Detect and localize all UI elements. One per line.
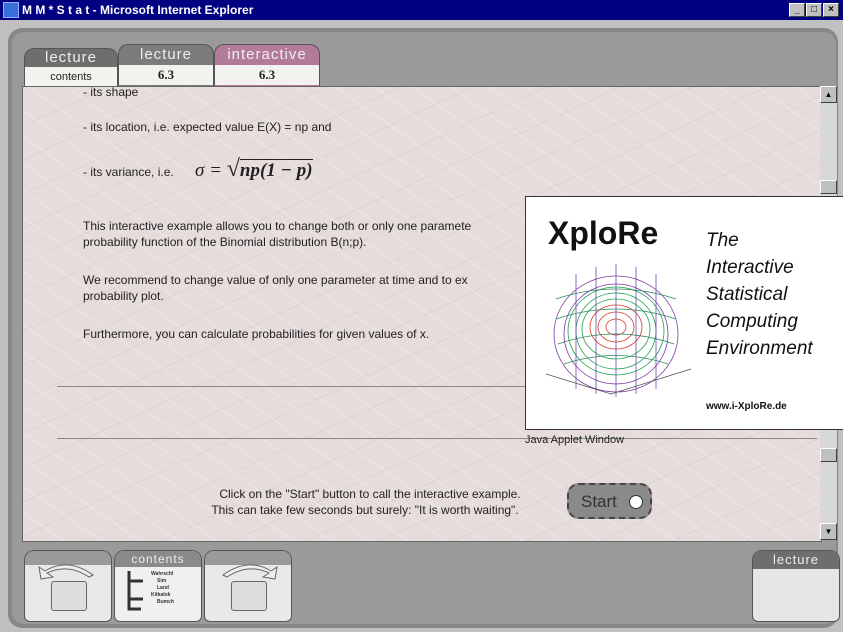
text-line: We recommend to change value of only one… xyxy=(83,273,468,287)
arrow-right-icon xyxy=(222,564,278,580)
tab-lecture-6-3[interactable]: lecture 6.3 xyxy=(118,44,214,87)
arrow-left-icon xyxy=(38,564,94,580)
formula-radicand: np(1 − p) xyxy=(239,159,313,181)
tab-bottom-label: 6.3 xyxy=(119,65,213,85)
back-book-button[interactable] xyxy=(24,550,112,622)
divider xyxy=(57,386,527,387)
text-line: probability function of the Binomial dis… xyxy=(83,235,367,249)
tab-top-label: lecture xyxy=(139,46,193,63)
text-line: - its shape xyxy=(83,86,139,99)
window-title-bar: M M * S t a t - Microsoft Internet Explo… xyxy=(0,0,843,20)
forward-book-button[interactable] xyxy=(204,550,292,622)
instruction-line: Click on the "Start" button to call the … xyxy=(219,487,521,501)
scroll-thumb[interactable] xyxy=(820,180,837,194)
tree-item: Land xyxy=(157,585,169,591)
variance-formula: σ = √np(1 − p) xyxy=(195,154,313,186)
browser-icon xyxy=(3,2,19,18)
scroll-thumb[interactable] xyxy=(820,448,837,462)
xplore-tagline: The Interactive Statistical Computing En… xyxy=(706,227,813,362)
instruction-line: This can take few seconds but surely: "I… xyxy=(211,503,519,517)
tree-item: Kitkalok xyxy=(151,592,171,598)
tab-bottom-label: 6.3 xyxy=(215,65,319,85)
contents-label: contents xyxy=(115,551,201,567)
text-line: - its location, i.e. expected value E(X)… xyxy=(83,120,332,134)
book-icon xyxy=(51,581,87,611)
xplore-applet-window[interactable]: XploRe The Interactive Statistical Compu… xyxy=(525,196,843,430)
close-button[interactable]: × xyxy=(823,3,839,17)
contents-tree-items: Wahrschl Sim Land Kitkalok Bumch xyxy=(151,571,174,606)
xplore-name: XploRe xyxy=(548,215,659,251)
tree-item: Wahrschl xyxy=(151,571,174,577)
divider xyxy=(57,438,817,439)
tab-interactive-6-3[interactable]: interactive 6.3 xyxy=(214,44,320,87)
tab-top-label: lecture xyxy=(44,49,98,66)
scroll-down-button[interactable]: ▼ xyxy=(820,523,837,540)
tab-top-label: interactive xyxy=(227,46,307,63)
tagline-line: Computing xyxy=(706,311,798,332)
tree-item: Bumch xyxy=(157,599,174,605)
contents-button[interactable]: contents Wahrschl Sim Land Kitkalok Bumc… xyxy=(114,550,202,622)
lecture-label: lecture xyxy=(753,551,839,569)
applet-window-label: Java Applet Window xyxy=(525,434,625,446)
text-line: probability plot. xyxy=(83,289,164,303)
tagline-line: Environment xyxy=(706,338,813,359)
text-line: - its variance, i.e. xyxy=(83,165,174,179)
maximize-button[interactable]: □ xyxy=(806,3,822,17)
book-icon xyxy=(231,581,267,611)
tab-lecture-contents[interactable]: lecture contents xyxy=(24,48,118,87)
formula-lhs: σ = xyxy=(195,160,222,181)
tagline-line: The xyxy=(706,230,739,251)
text-line: Furthermore, you can calculate probabili… xyxy=(83,327,430,341)
tree-item: Sim xyxy=(157,578,167,584)
scroll-up-button[interactable]: ▲ xyxy=(820,86,837,103)
tagline-line: Statistical xyxy=(706,284,788,305)
tab-bottom-label: contents xyxy=(25,67,117,87)
radio-circle-icon xyxy=(629,495,643,509)
lecture-button[interactable]: lecture xyxy=(752,550,840,622)
window-title: M M * S t a t - Microsoft Internet Explo… xyxy=(22,3,254,17)
xplore-3d-plot-logo xyxy=(545,264,692,397)
xplore-url: www.i-XploRe.de xyxy=(706,401,787,412)
tagline-line: Interactive xyxy=(706,257,794,278)
sqrt-symbol: √ xyxy=(226,156,240,182)
minimize-button[interactable]: _ xyxy=(789,3,805,17)
text-line: This interactive example allows you to c… xyxy=(83,219,472,233)
start-button[interactable]: Start xyxy=(567,483,652,519)
start-label: Start xyxy=(581,492,617,511)
